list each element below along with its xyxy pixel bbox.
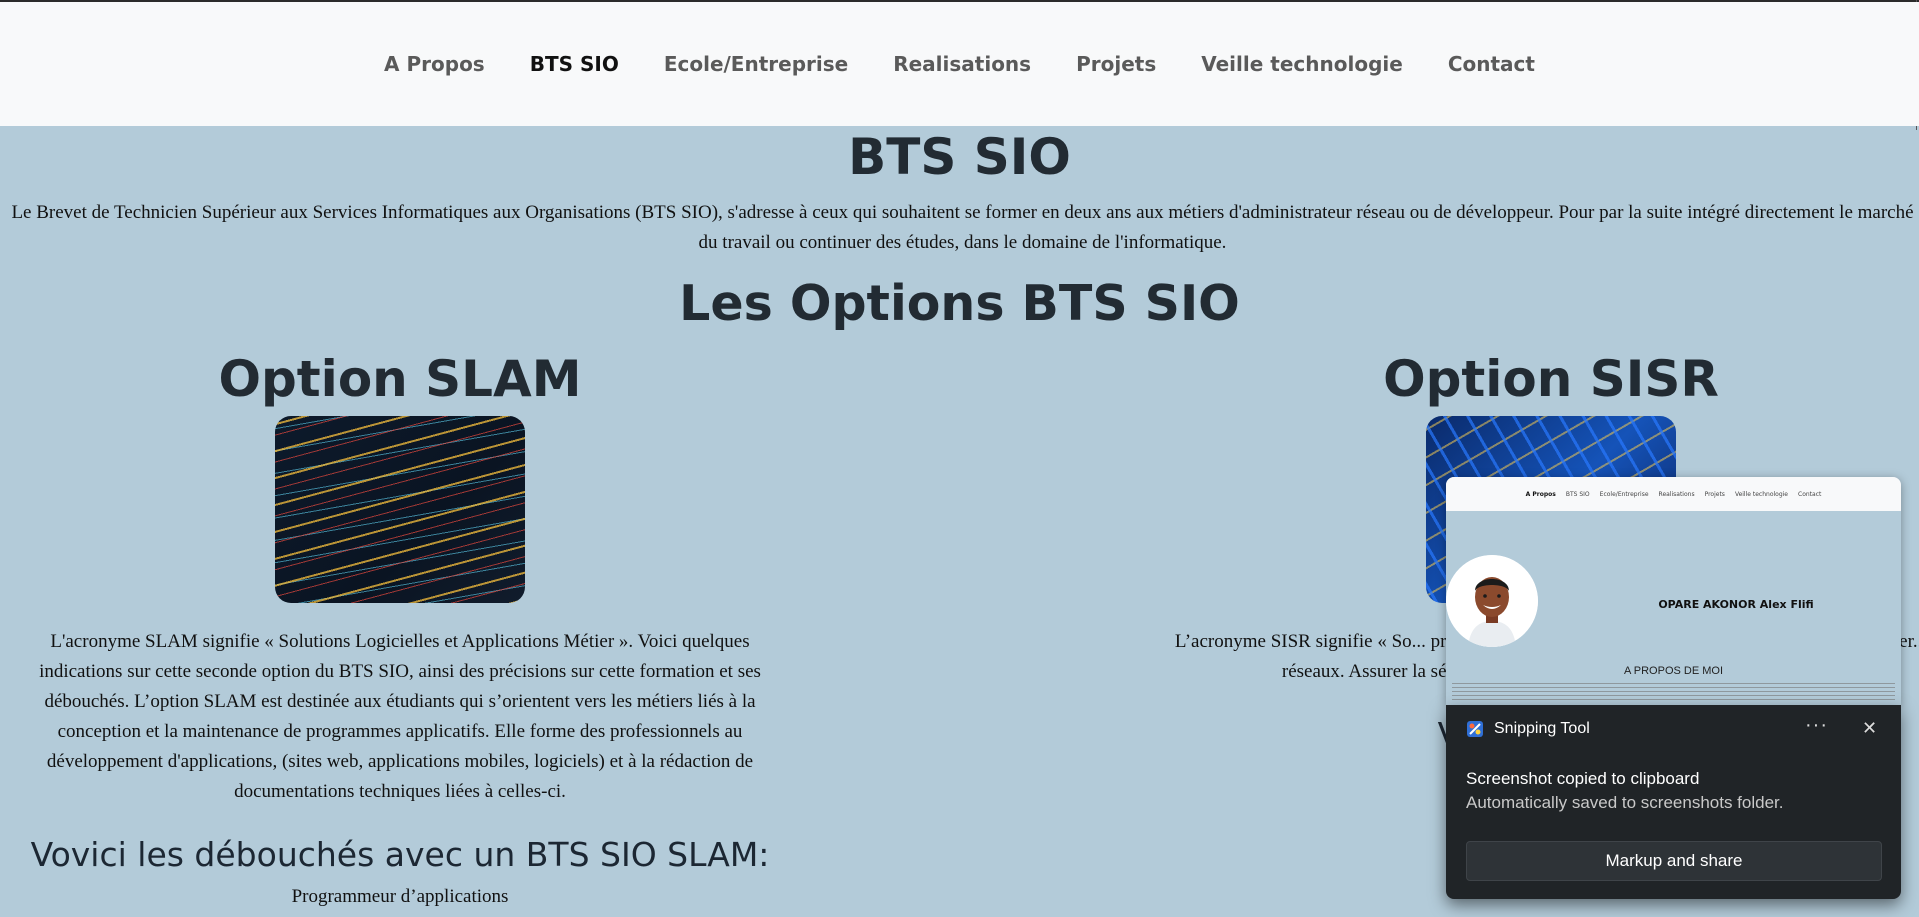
nav-veille-technologie[interactable]: Veille technologie (1201, 52, 1403, 76)
snipping-tool-notification: Snipping Tool ··· ✕ Screenshot copied to… (1446, 705, 1901, 899)
snipping-tool-icon (1466, 720, 1484, 738)
preview-text-lines (1452, 683, 1895, 701)
slam-description: L'acronyme SLAM signifie « Solutions Log… (39, 631, 761, 802)
close-icon[interactable]: ✕ (1862, 718, 1877, 739)
main-nav: A Propos BTS SIO Ecole/Entreprise Realis… (0, 2, 1919, 126)
intro-paragraph: Le Brevet de Technicien Supérieur aux Se… (11, 202, 1914, 253)
slam-debouches-heading: Vovici les débouchés avec un BTS SIO SLA… (30, 835, 770, 874)
preview-nav-item: Contact (1798, 490, 1822, 498)
preview-nav-item: A Propos (1525, 490, 1556, 498)
slam-section: Option SLAM L'acronyme SLAM signifie « S… (0, 348, 800, 908)
toast-submessage: Automatically saved to screenshots folde… (1466, 793, 1784, 812)
preview-nav-item: Projets (1704, 490, 1725, 498)
options-heading: Les Options BTS SIO (679, 275, 1240, 332)
preview-section-title: A PROPOS DE MOI (1623, 665, 1724, 677)
slam-job-item: Programmeur d’applications (291, 886, 509, 907)
nav-bts-sio[interactable]: BTS SIO (530, 52, 619, 76)
preview-nav: A Propos BTS SIO Ecole/Entreprise Realis… (1446, 477, 1901, 511)
nav-a-propos[interactable]: A Propos (384, 52, 485, 76)
page-title: BTS SIO (848, 128, 1071, 186)
preview-nav-item: Veille technologie (1734, 490, 1788, 498)
markup-and-share-button[interactable]: Markup and share (1466, 841, 1882, 881)
code-screen-image (275, 416, 525, 603)
avatar-illustration (1446, 555, 1538, 647)
nav-ecole-entreprise[interactable]: Ecole/Entreprise (664, 52, 848, 76)
preview-nav-item: Realisations (1658, 490, 1695, 498)
slam-title: Option SLAM (218, 350, 582, 408)
toast-app-name: Snipping Tool (1494, 720, 1590, 737)
avatar (1446, 555, 1538, 647)
nav-realisations[interactable]: Realisations (893, 52, 1031, 76)
preview-nav-item: BTS SIO (1565, 490, 1590, 498)
more-options-icon[interactable]: ··· (1805, 714, 1828, 737)
sisr-title: Option SISR (1383, 350, 1719, 408)
screenshot-preview[interactable]: A Propos BTS SIO Ecole/Entreprise Realis… (1446, 477, 1901, 705)
toast-app-header: Snipping Tool (1466, 720, 1590, 738)
toast-message: Screenshot copied to clipboard (1466, 769, 1700, 788)
nav-contact[interactable]: Contact (1448, 52, 1535, 76)
preview-nav-item: Ecole/Entreprise (1599, 490, 1649, 498)
preview-name: OPARE AKONOR Alex Flifi (1658, 598, 1814, 611)
nav-projets[interactable]: Projets (1076, 52, 1156, 76)
